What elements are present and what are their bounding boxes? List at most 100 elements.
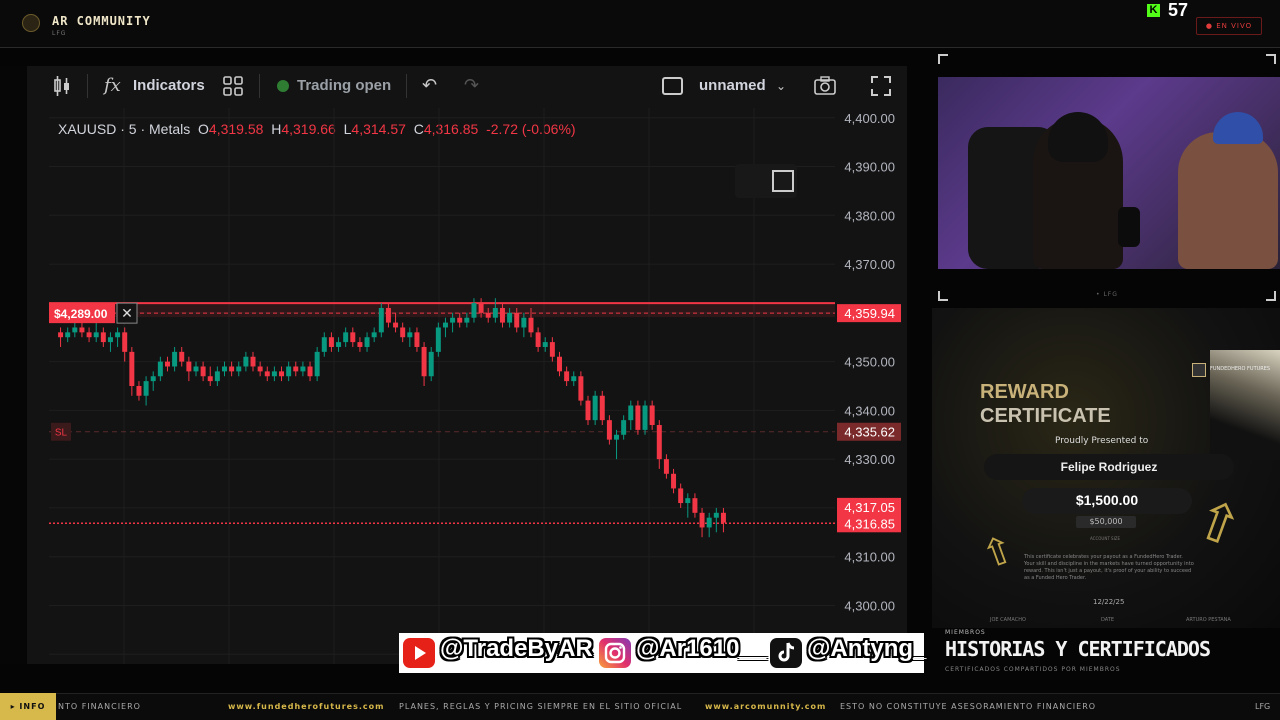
function-icon[interactable]: fx	[104, 75, 121, 96]
templates-icon[interactable]	[222, 75, 244, 102]
candle-body	[585, 400, 591, 421]
youtube-icon	[403, 638, 435, 668]
candle-body	[421, 346, 427, 377]
y-tick-label: 4,340.00	[844, 403, 895, 418]
candle-body	[407, 332, 413, 338]
candle-body	[507, 312, 513, 323]
certificate-title-2: CERTIFICATE	[980, 405, 1111, 427]
candle-body	[115, 332, 121, 338]
ticker-item: PLANES, REGLAS Y PRICING SIEMPRE EN EL S…	[399, 702, 683, 711]
candle-body	[578, 376, 584, 401]
candle-body	[236, 366, 242, 372]
tp-zone	[49, 303, 835, 318]
streamer-hat	[1048, 112, 1108, 162]
candle-body	[72, 327, 78, 333]
tiktok-handle[interactable]: @Antyng_	[807, 635, 926, 663]
candle-body	[713, 512, 719, 518]
candle-body	[649, 405, 655, 426]
brand-subtitle: LFG	[52, 30, 67, 37]
candle-body	[229, 366, 235, 372]
instagram-handle[interactable]: @Ar1610__	[636, 635, 766, 663]
price-chart[interactable]: 4,400.004,390.004,380.004,370.004,360.00…	[27, 108, 907, 664]
candle-body	[214, 371, 220, 382]
floating-toolbar	[735, 164, 797, 198]
logo-icon	[22, 14, 40, 32]
viewer-count: 57	[1168, 0, 1189, 20]
candle-body	[557, 356, 562, 372]
candle-body	[385, 307, 391, 323]
frame-corner	[1266, 291, 1276, 301]
candle-body	[150, 376, 156, 382]
members-title: HISTORIAS Y CERTIFICADOS	[945, 637, 1211, 661]
layout-name[interactable]: unnamed	[699, 77, 766, 94]
candle-type-icon[interactable]	[52, 75, 72, 102]
candle-body	[414, 332, 420, 347]
ticker-item: NTO FINANCIERO	[58, 702, 141, 711]
candle-body	[186, 361, 192, 372]
ticker-link[interactable]: www.arcomunnity.com	[705, 702, 826, 711]
layout-checkbox[interactable]	[662, 77, 683, 95]
sl-label: SL	[55, 428, 68, 439]
candle-body	[271, 371, 277, 377]
candle-body	[293, 366, 299, 372]
live-badge: ● EN VIVO	[1196, 17, 1262, 35]
webcam-caption: • LFG	[1096, 291, 1118, 298]
price-tag-label: 4,359.94	[844, 306, 895, 321]
candle-body	[571, 376, 577, 382]
candle-body	[164, 361, 170, 367]
undo-icon[interactable]: ↶	[422, 75, 437, 96]
candle-body	[307, 366, 313, 377]
frame-corner	[1266, 54, 1276, 64]
fundedhero-logo-icon	[1192, 363, 1206, 377]
toolbar-divider	[406, 74, 407, 98]
youtube-handle[interactable]: @TradeByAR	[440, 635, 593, 663]
candle-body	[457, 317, 463, 323]
candle-body	[606, 420, 612, 440]
candle-body	[450, 317, 456, 323]
y-tick-label: 4,370.00	[844, 257, 895, 272]
candle-body	[343, 332, 349, 343]
candle-body	[314, 351, 320, 377]
candle-body	[393, 322, 399, 328]
close-icon: ✕	[121, 306, 133, 322]
candle-body	[692, 498, 698, 513]
candle-body	[685, 498, 691, 504]
candle-body	[328, 337, 334, 347]
candle-body	[364, 337, 370, 347]
indicators-button[interactable]: Indicators	[133, 77, 205, 94]
candle-body	[179, 351, 185, 362]
y-tick-label: 4,330.00	[844, 452, 895, 467]
candle-body	[628, 405, 634, 421]
candle-body	[663, 459, 669, 474]
ticker-link[interactable]: www.fundedherofutures.com	[228, 702, 384, 711]
camera-icon[interactable]	[813, 75, 837, 102]
y-tick-label: 4,400.00	[844, 111, 895, 126]
signature-right: ARTURO PESTANA	[1186, 617, 1231, 623]
chevron-down-icon[interactable]: ⌄	[776, 79, 786, 93]
toolbar-divider	[87, 74, 88, 98]
kick-icon: K	[1147, 4, 1160, 17]
account-size: $50,000	[1076, 516, 1136, 528]
candle-body	[592, 395, 598, 421]
candle-body	[699, 512, 705, 528]
certificate-description: This certificate celebrates your payout …	[1024, 554, 1194, 581]
info-button[interactable]: ▸ INFO	[0, 693, 56, 720]
candle-body	[464, 317, 470, 323]
redo-icon[interactable]: ↷	[464, 75, 479, 96]
candle-body	[492, 307, 498, 318]
candle-body	[100, 332, 106, 343]
candle-body	[286, 366, 292, 377]
candle-body	[243, 356, 249, 367]
signature-left: JOE CAMACHO	[990, 617, 1026, 623]
price-tag-label: 4,317.05	[844, 500, 895, 515]
candle-body	[143, 381, 149, 396]
fullscreen-icon[interactable]	[870, 75, 892, 102]
candle-body	[350, 332, 356, 343]
candle-body	[172, 351, 178, 367]
candle-body	[300, 366, 306, 372]
y-tick-label: 4,350.00	[844, 355, 895, 370]
frame-corner	[938, 291, 948, 301]
candle-body	[79, 327, 85, 333]
candle-body	[549, 342, 555, 357]
trading-status[interactable]: Trading open	[297, 77, 391, 94]
